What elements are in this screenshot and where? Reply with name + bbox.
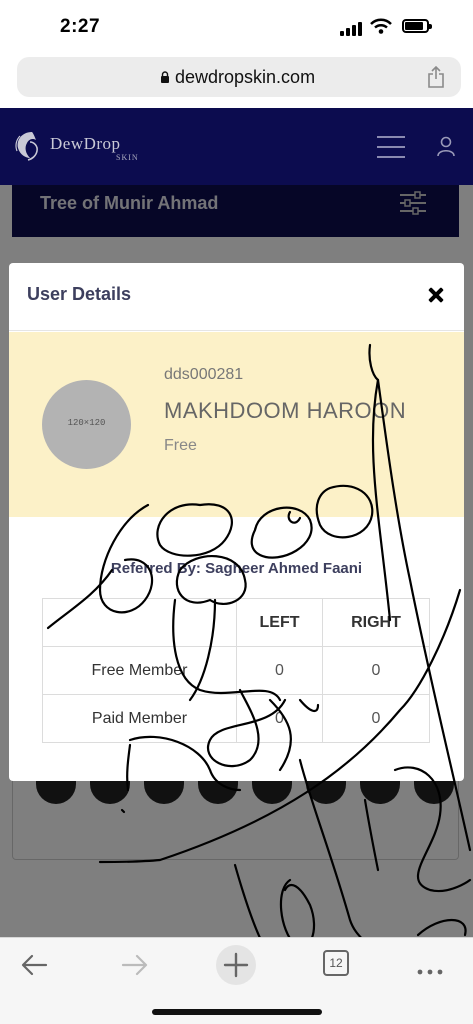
battery-icon (402, 19, 432, 33)
avatar: 120×120 (42, 380, 131, 469)
more-options-icon[interactable] (410, 948, 450, 982)
left-count: 0 (236, 646, 323, 695)
modal-title: User Details (27, 284, 132, 304)
right-count: 0 (322, 694, 430, 743)
tabs-button[interactable]: 12 (323, 950, 349, 976)
lock-icon (161, 71, 169, 83)
referrer-name: Sagheer Ahmed Faani (205, 560, 363, 577)
left-count: 0 (236, 694, 323, 743)
home-indicator (152, 1009, 322, 1015)
close-icon[interactable] (426, 285, 446, 305)
table-header-row: LEFT RIGHT (42, 598, 430, 647)
member-stats-table: LEFT RIGHT Free Member 0 0 Paid Member 0… (42, 598, 430, 743)
user-plan: Free (164, 437, 197, 454)
logo-subtitle: SKIN (116, 153, 139, 162)
user-account-icon[interactable] (436, 136, 456, 156)
table-row: Free Member 0 0 (42, 646, 430, 695)
wifi-icon (370, 18, 392, 34)
site-logo[interactable]: DewDrop SKIN (12, 128, 142, 168)
user-name: MAKHDOOM HAROON (164, 398, 407, 423)
logo-wordmark: DewDrop (50, 134, 121, 153)
address-bar[interactable]: dewdropskin.com (17, 57, 461, 97)
browser-address-area: dewdropskin.com (0, 50, 473, 108)
table-row: Paid Member 0 0 (42, 694, 430, 743)
forward-arrow-icon[interactable] (115, 948, 155, 982)
row-label: Free Member (42, 646, 237, 695)
site-header: DewDrop SKIN (0, 108, 473, 185)
user-details-modal: User Details 120×120 dds000281 MAKHDOOM … (9, 263, 464, 781)
new-tab-plus-icon[interactable] (214, 943, 258, 987)
table-header-right: RIGHT (322, 598, 430, 647)
hamburger-menu-icon[interactable] (377, 136, 405, 158)
table-header-blank (42, 598, 237, 647)
status-bar: 2:27 (0, 0, 473, 50)
referred-by-label: Referred By: (110, 560, 201, 577)
back-arrow-icon[interactable] (14, 948, 54, 982)
logo-face-icon (15, 132, 38, 161)
share-icon[interactable] (427, 66, 445, 88)
profile-section: 120×120 dds000281 MAKHDOOM HAROON Free (9, 332, 464, 517)
avatar-placeholder-text: 120×120 (67, 418, 106, 428)
table-header-left: LEFT (236, 598, 323, 647)
cellular-signal-icon (340, 22, 364, 36)
browser-toolbar: 12 (0, 937, 473, 1024)
referred-by: Referred By: Sagheer Ahmed Faani (9, 560, 464, 577)
url-text: dewdropskin.com (175, 67, 316, 87)
row-label: Paid Member (42, 694, 237, 743)
status-time: 2:27 (60, 16, 101, 37)
user-id: dds000281 (164, 366, 244, 383)
modal-header: User Details (9, 263, 464, 331)
right-count: 0 (322, 646, 430, 695)
